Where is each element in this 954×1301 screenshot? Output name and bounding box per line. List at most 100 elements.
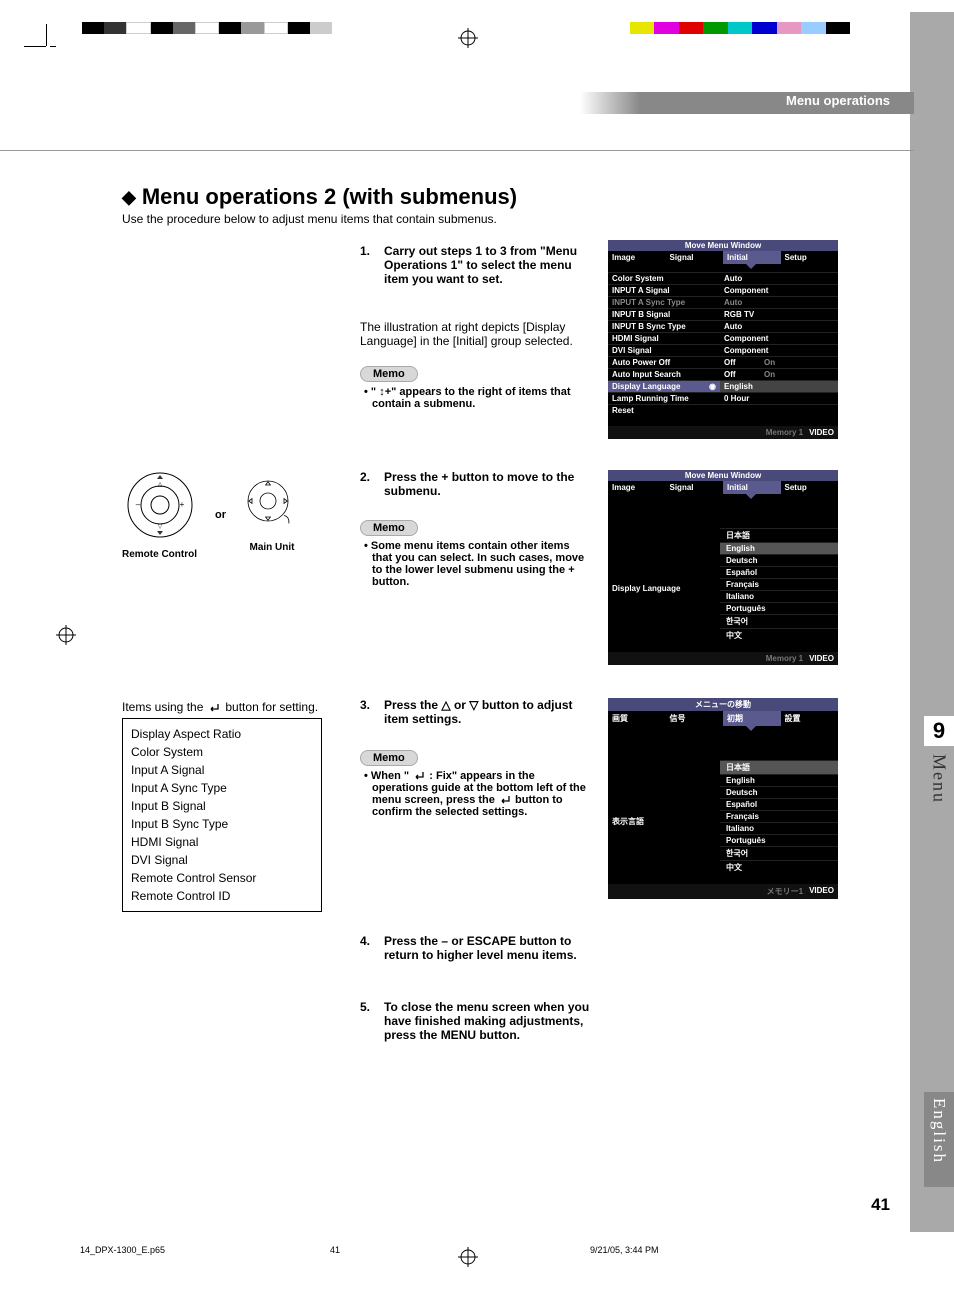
osd-row: Lamp Running Time0 Hour	[608, 392, 838, 404]
osd-tab: 設置	[781, 711, 839, 726]
step-1-note: The illustration at right depicts [Displ…	[360, 320, 590, 348]
side-tab-menu: 9 Menu	[924, 716, 954, 840]
osd-lang-option: Italiano	[720, 590, 838, 602]
osd-lang-option: Português	[720, 834, 838, 846]
registration-mark-icon	[458, 1247, 478, 1272]
osd-row: INPUT B Sync TypeAuto	[608, 320, 838, 332]
list-item: DVI Signal	[131, 851, 313, 869]
osd-lang-option: 中文	[720, 860, 838, 874]
or-label: or	[215, 509, 226, 521]
enter-icon	[412, 770, 426, 782]
items-list: Display Aspect RatioColor SystemInput A …	[122, 718, 322, 912]
down-arrow-icon	[746, 726, 756, 731]
items-intro: Items using the button for setting.	[122, 700, 318, 714]
osd-lang-option: 한국어	[720, 614, 838, 628]
osd-lang-option: 中文	[720, 628, 838, 642]
memo-label: Memo	[360, 520, 418, 536]
diamond-icon: ◆	[122, 187, 136, 208]
memo-label: Memo	[360, 750, 418, 766]
step-2: 2.Press the + button to move to the subm…	[360, 470, 590, 498]
page: Menu operations ◆ Menu operations 2 (wit…	[0, 0, 954, 1301]
osd-tab: Setup	[781, 481, 839, 494]
osd-lang-option: 日本語	[720, 760, 838, 774]
osd-tab: Setup	[781, 251, 839, 264]
osd-lang-option: Português	[720, 602, 838, 614]
osd-screenshot-3: メニューの移動 画質信号初期設置 表示言語 日本語EnglishDeutschE…	[608, 698, 838, 899]
osd-tab: Signal	[666, 481, 724, 494]
list-item: Input A Signal	[131, 761, 313, 779]
list-item: Input B Signal	[131, 797, 313, 815]
divider	[0, 150, 914, 151]
down-arrow-icon	[746, 264, 756, 269]
osd-row: Color SystemAuto	[608, 272, 838, 284]
footer-page: 41	[330, 1245, 340, 1255]
title-text: Menu operations 2 (with submenus)	[142, 184, 517, 210]
osd-row: INPUT A Sync TypeAuto	[608, 296, 838, 308]
page-subtitle: Use the procedure below to adjust menu i…	[122, 212, 497, 226]
osd-tab: 信号	[666, 711, 724, 726]
enter-icon	[498, 794, 512, 806]
enter-icon	[207, 700, 221, 714]
svg-text:+: +	[179, 500, 184, 509]
osd-row: INPUT B SignalRGB TV	[608, 308, 838, 320]
osd-lang-option: Italiano	[720, 822, 838, 834]
print-color-strip-right	[630, 22, 850, 34]
step-4: 4.Press the – or ESCAPE button to return…	[360, 934, 590, 962]
list-item: Input B Sync Type	[131, 815, 313, 833]
osd-row: INPUT A SignalComponent	[608, 284, 838, 296]
footer-date: 9/21/05, 3:44 PM	[590, 1245, 659, 1255]
osd-lang-option: 한국어	[720, 846, 838, 860]
header-section-title: Menu operations	[786, 93, 890, 108]
osd-row: DVI SignalComponent	[608, 344, 838, 356]
chapter-label: Menu	[929, 746, 950, 804]
step-3: 3. Press the △ or ▽ button to adjust ite…	[360, 698, 590, 726]
osd-lang-option: Deutsch	[720, 786, 838, 798]
list-item: Color System	[131, 743, 313, 761]
list-item: Display Aspect Ratio	[131, 725, 313, 743]
osd-tab: Signal	[666, 251, 724, 264]
osd-lang-option: 日本語	[720, 528, 838, 542]
osd-row: Reset	[608, 404, 838, 416]
osd-lang-option: Deutsch	[720, 554, 838, 566]
svg-text:△: △	[157, 482, 162, 488]
up-triangle-icon: △	[441, 698, 450, 712]
osd-lang-option: English	[720, 542, 838, 554]
osd-lang-option: Français	[720, 810, 838, 822]
osd-lang-option: Français	[720, 578, 838, 590]
osd-tab: Initial	[723, 251, 781, 264]
step-1: 1.Carry out steps 1 to 3 from "Menu Oper…	[360, 244, 590, 286]
language-label: English	[929, 1092, 949, 1164]
memo-1-text: " ↕+" appears to the right of items that…	[360, 386, 590, 410]
side-gray-bar	[910, 12, 954, 1232]
down-triangle-icon: ▽	[469, 698, 478, 712]
osd-tab: 画質	[608, 711, 666, 726]
osd-lang-option: English	[720, 774, 838, 786]
svg-text:▽: ▽	[157, 524, 162, 530]
osd-row: Auto Power OffOffOn	[608, 356, 838, 368]
list-item: HDMI Signal	[131, 833, 313, 851]
list-item: Input A Sync Type	[131, 779, 313, 797]
memo-2-text: Some menu items contain other items that…	[360, 540, 590, 588]
main-unit-dpad: Main Unit	[244, 477, 300, 553]
osd-tab: Image	[608, 481, 666, 494]
page-number: 41	[871, 1195, 890, 1215]
crop-mark	[24, 46, 46, 47]
chapter-number: 9	[924, 716, 954, 746]
memo-3: Memo When " : Fix" appears in the operat…	[360, 744, 590, 818]
osd-screenshot-1: Move Menu Window ImageSignalInitialSetup…	[608, 240, 838, 439]
registration-mark-icon	[56, 625, 76, 650]
step-5: 5.To close the menu screen when you have…	[360, 1000, 590, 1042]
list-item: Remote Control ID	[131, 887, 313, 905]
osd-tab: 初期	[723, 711, 781, 726]
list-item: Remote Control Sensor	[131, 869, 313, 887]
crop-mark	[46, 24, 47, 46]
crop-mark	[50, 46, 56, 47]
memo-2: Memo Some menu items contain other items…	[360, 514, 590, 588]
osd-row: HDMI SignalComponent	[608, 332, 838, 344]
memo-label: Memo	[360, 366, 418, 382]
registration-mark-icon	[458, 28, 478, 53]
osd-tab: Image	[608, 251, 666, 264]
remote-control-dpad: △ ▽ – + Remote Control	[122, 470, 197, 560]
osd-lang-option: Español	[720, 798, 838, 810]
svg-text:–: –	[135, 500, 140, 509]
